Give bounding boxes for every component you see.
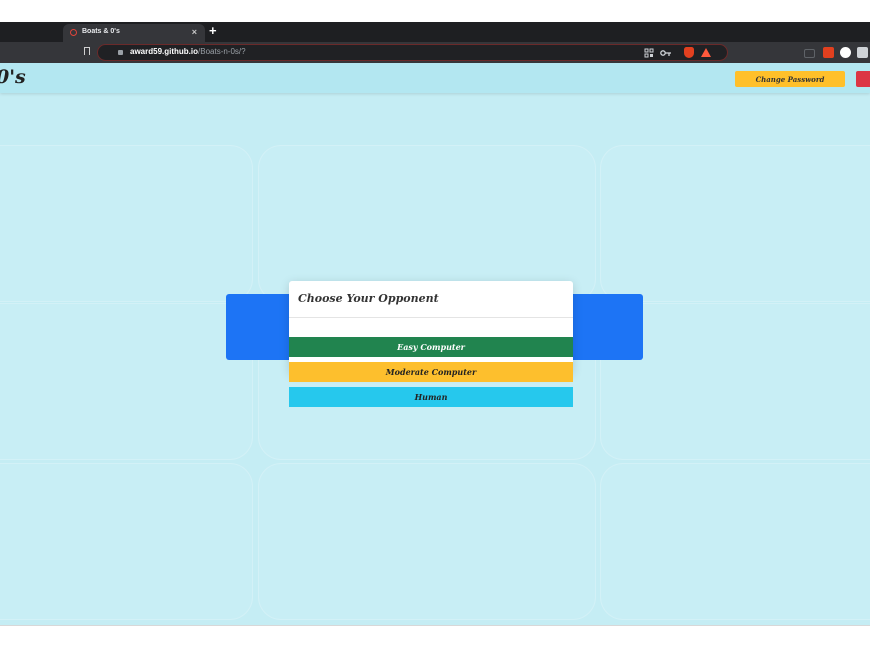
bottom-blank [0,625,870,668]
tab-close-icon[interactable]: × [192,27,197,37]
brand-title[interactable]: 0's [0,66,26,88]
page: 0's Change Password Choose Your Opponent… [0,63,870,625]
address-bar[interactable]: award59.github.io/Boats-n-0s/? [97,44,728,61]
top-blank [0,0,870,22]
favicon-icon [70,29,77,36]
board-cell[interactable] [0,146,252,301]
modal-title: Choose Your Opponent [298,292,439,305]
sign-out-button[interactable] [856,71,870,87]
new-tab-button[interactable]: + [209,23,217,38]
browser-toolbar: award59.github.io/Boats-n-0s/? [0,42,870,63]
navbar: 0's Change Password [0,63,870,93]
board-cell[interactable] [0,464,252,619]
board-cell[interactable] [0,304,252,459]
change-password-button[interactable]: Change Password [735,71,845,87]
board-cell[interactable] [259,146,595,301]
url-host: award59.github.io [130,47,199,56]
qr-icon[interactable] [644,48,654,58]
reader-icon[interactable] [804,49,815,58]
easy-computer-button[interactable]: Easy Computer [289,337,573,357]
bookmark-icon[interactable] [84,47,90,55]
modal-divider [289,317,573,318]
human-button[interactable]: Human [289,387,573,407]
board-cell[interactable] [601,464,870,619]
brave-rewards-icon[interactable] [701,48,711,57]
menu-extension-icon[interactable] [857,47,868,58]
url-path: /Boats-n-0s/? [198,47,246,56]
extension-icon[interactable] [823,47,834,58]
brave-shield-icon[interactable] [684,47,694,58]
opponent-modal: Choose Your Opponent Easy Computer Moder… [289,281,573,407]
moderate-computer-button[interactable]: Moderate Computer [289,362,573,382]
tab-bar: Boats & 0's × + [0,22,870,42]
tab-title: Boats & 0's [82,28,120,35]
lock-icon[interactable] [118,50,123,55]
board-cell[interactable] [601,146,870,301]
board-cell[interactable] [259,464,595,619]
url-text: award59.github.io/Boats-n-0s/? [130,47,246,56]
browser-tab[interactable]: Boats & 0's × [63,24,205,42]
no-entry-icon[interactable] [840,47,851,58]
key-icon[interactable] [660,48,672,58]
